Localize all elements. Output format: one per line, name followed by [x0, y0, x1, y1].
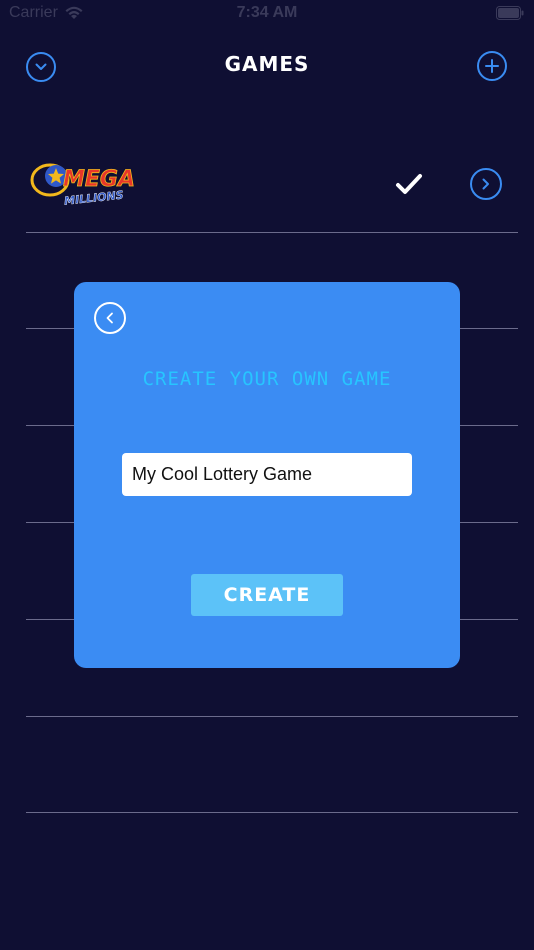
chevron-right-icon	[482, 178, 489, 190]
modal-title: CREATE YOUR OWN GAME	[142, 368, 392, 390]
modal-back-button[interactable]	[94, 302, 126, 334]
row-divider	[26, 716, 518, 717]
status-time: 7:34 AM	[236, 4, 298, 21]
plus-icon	[485, 59, 499, 73]
status-bar: Carrier 7:34 AM	[0, 0, 534, 28]
logo-text-top: MEGA	[63, 167, 135, 192]
game-details-button[interactable]	[470, 168, 502, 200]
create-game-modal: CREATE YOUR OWN GAME CREATE	[74, 282, 460, 668]
checkmark-icon	[396, 174, 422, 194]
page-title: GAMES	[224, 52, 310, 76]
row-divider	[26, 232, 518, 233]
create-button[interactable]: CREATE	[191, 574, 343, 616]
chevron-left-icon	[106, 312, 113, 324]
row-divider	[26, 812, 518, 813]
mega-millions-logo: MEGA MILLIONS	[30, 163, 135, 208]
add-game-button[interactable]	[477, 51, 507, 81]
game-name-input[interactable]	[122, 453, 412, 496]
battery-icon	[496, 6, 524, 20]
